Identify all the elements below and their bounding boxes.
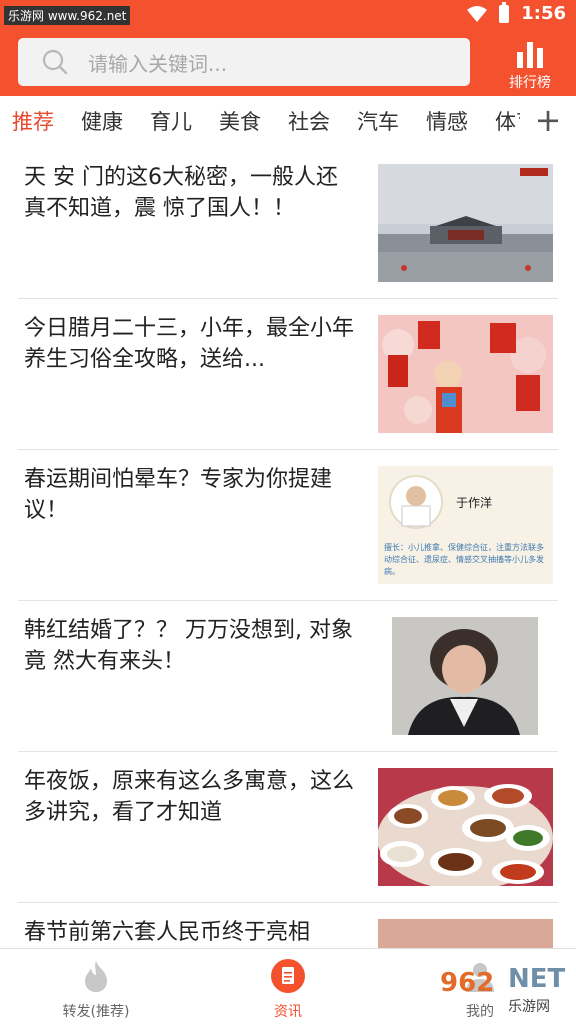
search-placeholder: 请输入关键词...	[88, 51, 228, 76]
battery-icon	[499, 1, 510, 23]
category-tabs: 推荐 健康 育儿 美食 社会 汽车 情感 体育 +	[0, 96, 576, 148]
tab-recommend[interactable]: 推荐	[12, 106, 54, 136]
news-title: 春运期间怕晕车？专家为你提建议！	[24, 467, 333, 523]
doctor-caption: 擅长：小儿推拿、保健综合征，注重方法联多动综合征、遗尿症、情感交叉抽搐等小儿多发…	[384, 543, 544, 576]
flame-icon	[85, 961, 107, 992]
nav-news-label: 资讯	[274, 1004, 302, 1020]
search-input[interactable]: 请输入关键词...	[18, 38, 470, 86]
news-thumbnail: 于作洋 擅长：小儿推拿、保健综合征，注重方法联多动综合征、遗尿症、情感交叉抽搐等…	[378, 466, 553, 584]
list-item[interactable]: 年夜饭，原来有这么多寓意，这么多讲究，看了才知道	[18, 752, 558, 903]
news-thumbnail	[378, 919, 553, 948]
news-title: 今日腊月二十三，小年，最全小年养生习俗全攻略，送给...	[24, 316, 355, 372]
news-title: 韩红结婚了？？ 万万没想到, 对象竟 然大有来头！	[24, 618, 353, 674]
ranking-label: 排行榜	[509, 75, 551, 91]
news-title: 年夜饭，原来有这么多寓意，这么多讲究，看了才知道	[24, 769, 355, 825]
status-time: 1:56	[521, 3, 566, 24]
ranking-button[interactable]: 排行榜	[496, 40, 564, 91]
list-item[interactable]: 今日腊月二十三，小年，最全小年养生习俗全攻略，送给...	[18, 299, 558, 450]
tab-parenting[interactable]: 育儿	[150, 106, 192, 136]
document-icon	[271, 959, 305, 993]
news-thumbnail	[378, 617, 553, 735]
doctor-name: 于作洋	[456, 496, 493, 510]
tab-emotion[interactable]: 情感	[426, 106, 468, 136]
list-item[interactable]: 韩红结婚了？？ 万万没想到, 对象竟 然大有来头！	[18, 601, 558, 752]
wifi-icon	[467, 5, 488, 22]
news-thumbnail	[378, 164, 553, 282]
search-icon	[42, 49, 68, 75]
bar-chart-icon	[517, 42, 543, 68]
nav-forward[interactable]: 转发(推荐)	[36, 959, 156, 1021]
app-header: 乐游网 www.962.net 1:56 请输入关键词... 排行榜	[0, 0, 576, 96]
news-list: 天 安 门的这6大秘密，一般人还真不知道，震 惊了国人！！ 今日腊月二十三，小年…	[0, 148, 576, 948]
list-item[interactable]: 春节前第六套人民币终于亮相	[18, 903, 558, 948]
watermark-text: 乐游网 www.962.net	[4, 6, 131, 25]
watermark-logo: 962 NET 乐游网	[440, 964, 566, 1015]
status-bar: 乐游网 www.962.net 1:56	[0, 0, 576, 30]
add-tab-button[interactable]: +	[532, 100, 564, 140]
list-item[interactable]: 春运期间怕晕车？专家为你提建议！ 于作洋 擅长：小儿推拿、保健综合征，注重方法联…	[18, 450, 558, 601]
news-title: 天 安 门的这6大秘密，一般人还真不知道，震 惊了国人！！	[24, 165, 338, 221]
news-thumbnail	[378, 768, 553, 886]
tab-cars[interactable]: 汽车	[357, 106, 399, 136]
news-thumbnail	[378, 315, 553, 433]
tab-society[interactable]: 社会	[288, 106, 330, 136]
nav-news[interactable]: 资讯	[228, 959, 348, 1021]
tab-food[interactable]: 美食	[219, 106, 261, 136]
list-item[interactable]: 天 安 门的这6大秘密，一般人还真不知道，震 惊了国人！！	[18, 148, 558, 299]
tab-health[interactable]: 健康	[81, 106, 123, 136]
news-title: 春节前第六套人民币终于亮相	[24, 920, 311, 945]
nav-forward-label: 转发(推荐)	[62, 1004, 130, 1020]
